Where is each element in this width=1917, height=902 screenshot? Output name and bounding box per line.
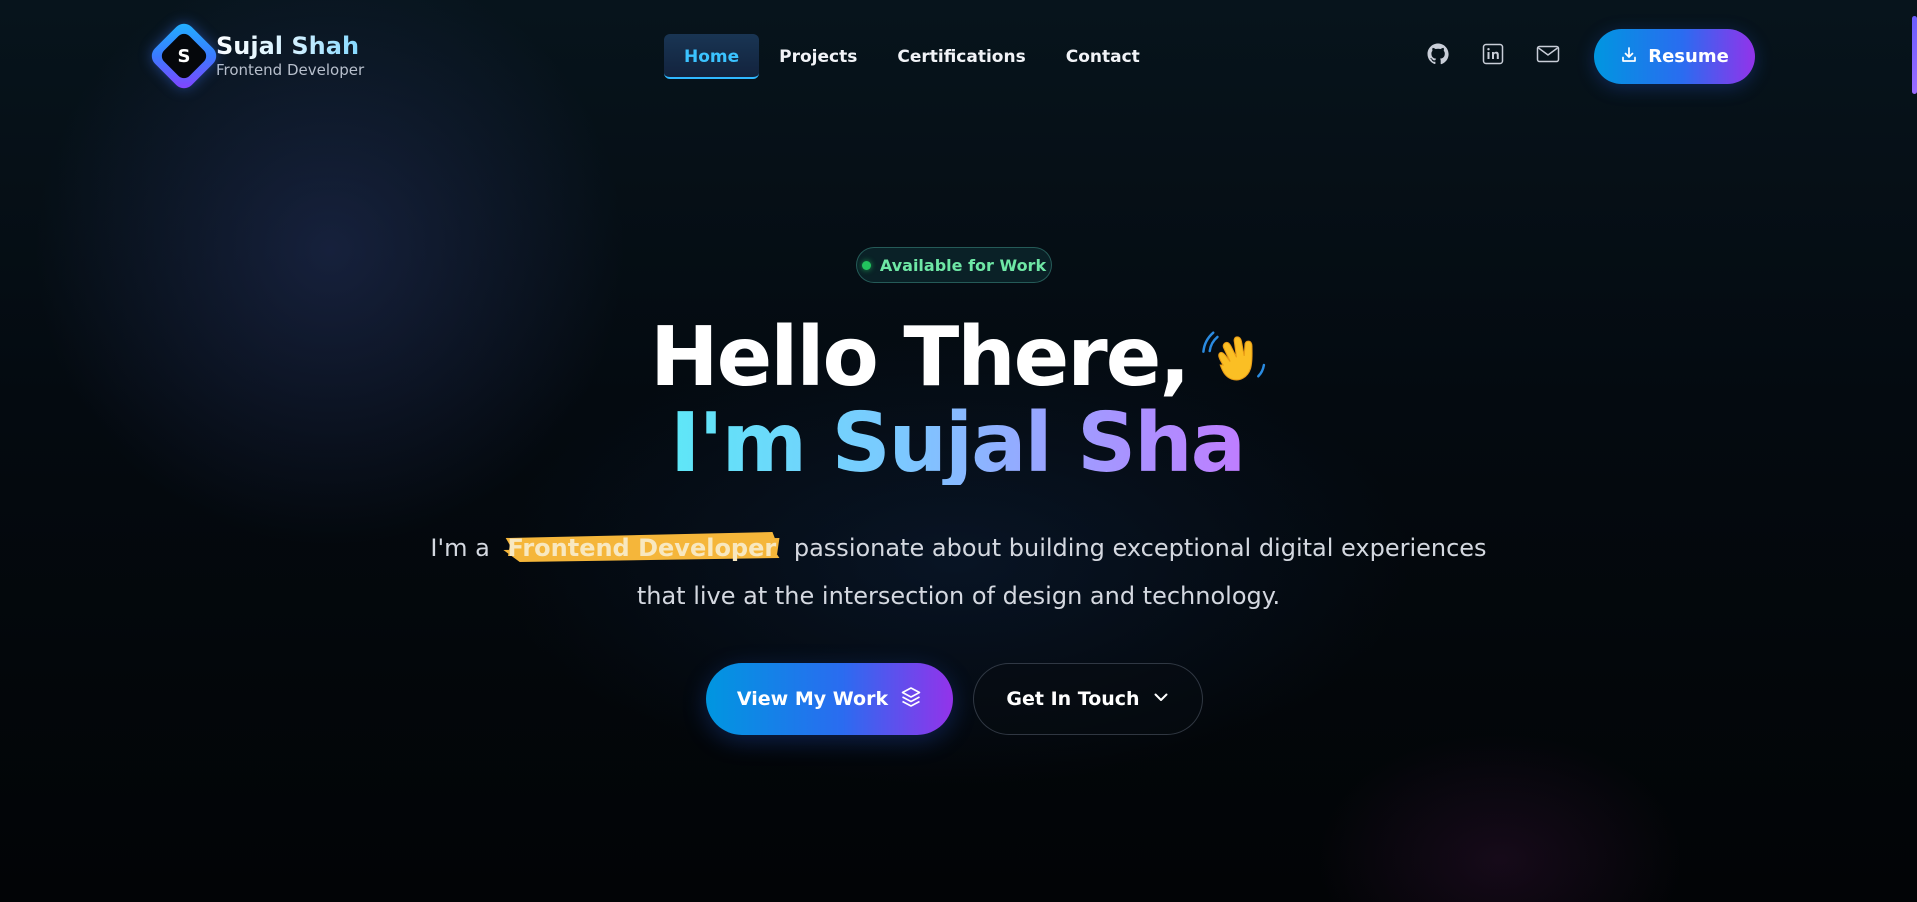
view-my-work-button[interactable]: View My Work <box>706 663 953 735</box>
download-icon <box>1620 46 1638 68</box>
intro-line-1: I'm a Frontend Developer passionate abou… <box>420 524 1497 572</box>
get-in-touch-label: Get In Touch <box>1006 688 1140 710</box>
nav-item-contact[interactable]: Contact <box>1046 34 1160 79</box>
resume-label: Resume <box>1648 46 1729 67</box>
get-in-touch-button[interactable]: Get In Touch <box>973 663 1203 735</box>
hero-greeting: Hello There, <box>650 310 1190 405</box>
availability-badge: Available for Work <box>856 247 1052 283</box>
hero-headline-line1: Hello There, <box>650 310 1270 406</box>
role-highlight: Frontend Developer <box>501 524 782 572</box>
main-nav: Home Projects Certifications Contact <box>664 34 1160 79</box>
brand[interactable]: S Sujal Shah Frontend Developer <box>147 19 365 93</box>
layers-icon <box>900 686 922 712</box>
intro-rest: passionate about building exceptional di… <box>786 534 1487 562</box>
hero-intro: I'm a Frontend Developer passionate abou… <box>420 524 1497 620</box>
hero-name-headline: I'm Sujal Shah <box>670 396 1302 491</box>
nav-item-certifications[interactable]: Certifications <box>877 34 1045 79</box>
brand-name: Sujal Shah <box>216 32 364 59</box>
github-icon[interactable] <box>1426 42 1450 66</box>
availability-text: Available for Work <box>879 255 1047 275</box>
mail-icon[interactable] <box>1536 42 1560 66</box>
logo-letter: S <box>177 45 191 67</box>
status-dot <box>861 260 871 270</box>
brand-role: Frontend Developer <box>216 61 365 80</box>
brand-text: Sujal Shah Frontend Developer <box>216 32 365 80</box>
chevron-down-icon <box>1152 688 1170 710</box>
logo: S <box>147 19 221 93</box>
waving-hand-icon <box>1202 331 1266 381</box>
resume-button[interactable]: Resume <box>1594 29 1755 84</box>
view-my-work-label: View My Work <box>736 688 889 710</box>
scrollbar-thumb[interactable] <box>1912 16 1917 94</box>
social-links <box>1426 42 1560 66</box>
nav-item-home[interactable]: Home <box>664 34 760 79</box>
portfolio-page: S Sujal Shah Frontend Developer Home Pro… <box>0 0 1917 902</box>
intro-prefix: I'm a <box>430 534 490 562</box>
role-highlight-text: Frontend Developer <box>507 534 777 562</box>
intro-line-2: that live at the intersection of design … <box>636 582 1281 610</box>
nav-item-projects[interactable]: Projects <box>759 34 877 79</box>
linkedin-icon[interactable] <box>1481 42 1505 66</box>
